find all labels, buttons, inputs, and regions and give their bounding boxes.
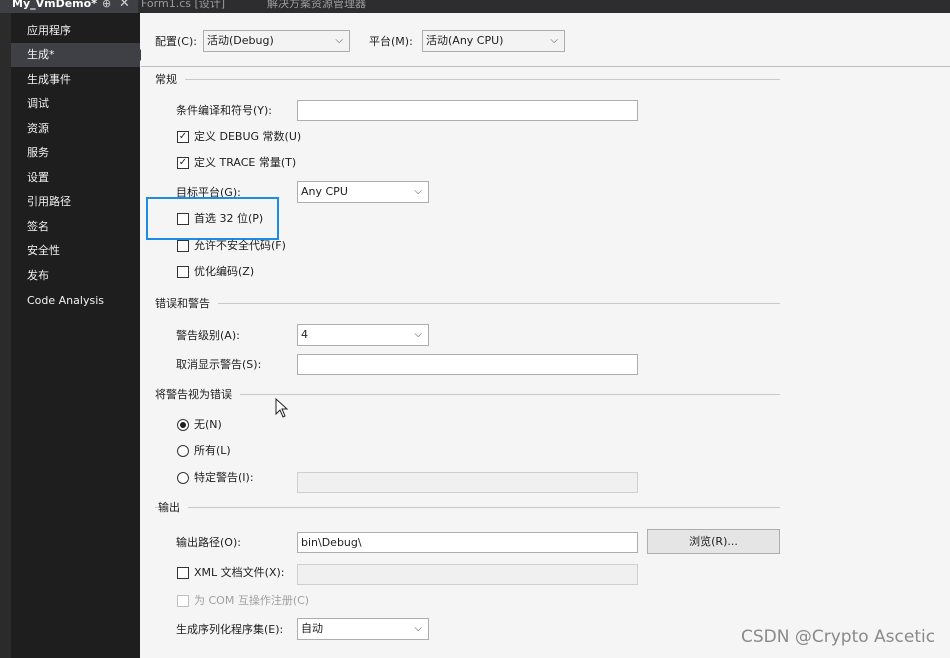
sidebar-item-signing[interactable]: 签名 xyxy=(11,215,140,239)
treat-specific-label: 特定警告(I): xyxy=(194,471,254,484)
sidebar-item-security[interactable]: 安全性 xyxy=(11,239,140,263)
document-tab-strip: My_VmDemo* ⊕ ✕ Form1.cs [设计] 解决方案资源管理器 xyxy=(0,0,950,13)
sidebar-item-label: 设置 xyxy=(27,171,49,184)
sidebar-item-code-analysis[interactable]: Code Analysis xyxy=(11,289,140,313)
chevron-down-icon: ⌵ xyxy=(414,186,422,197)
define-debug-checkbox[interactable]: ✓ xyxy=(177,131,189,143)
suppress-warnings-input[interactable] xyxy=(297,354,638,375)
sidebar-item-resources[interactable]: 资源 xyxy=(11,117,140,141)
xml-doc-input[interactable] xyxy=(297,564,638,585)
sidebar-item-label: 引用路径 xyxy=(27,195,71,208)
tab-solution-explorer[interactable]: 解决方案资源管理器 xyxy=(267,0,366,13)
treat-specific-radio[interactable] xyxy=(177,472,189,484)
com-register-label: 为 COM 互操作注册(C) xyxy=(194,594,310,607)
config-select-value: 活动(Debug) xyxy=(207,34,274,47)
allow-unsafe-label: 允许不安全代码(F) xyxy=(194,239,286,252)
platform-select-value: 活动(Any CPU) xyxy=(426,34,504,47)
suppress-warnings-label: 取消显示警告(S): xyxy=(176,358,262,371)
target-platform-value: Any CPU xyxy=(301,185,348,198)
serialization-select[interactable]: 自动 ⌵ xyxy=(297,618,429,640)
chevron-down-icon: ⌵ xyxy=(414,623,422,634)
com-register-checkbox[interactable] xyxy=(177,595,189,607)
platform-select[interactable]: 活动(Any CPU) ⌵ xyxy=(422,30,565,52)
top-separator xyxy=(141,66,950,67)
sidebar-item-label: 生成事件 xyxy=(27,73,71,86)
target-platform-select[interactable]: Any CPU ⌵ xyxy=(297,181,429,203)
xml-doc-checkbox[interactable] xyxy=(177,567,189,579)
section-title-output: 输出 xyxy=(158,501,188,515)
treat-none-radio[interactable] xyxy=(177,419,189,431)
symbols-input[interactable] xyxy=(297,100,638,121)
sidebar-item-label: 资源 xyxy=(27,122,49,135)
optimize-checkbox[interactable] xyxy=(177,266,189,278)
build-properties-panel: 配置(C): 活动(Debug) ⌵ 平台(M): 活动(Any CPU) ⌵ … xyxy=(141,13,950,658)
xml-doc-label: XML 文档文件(X): xyxy=(194,566,285,579)
tab-form1-design[interactable]: Form1.cs [设计] xyxy=(141,0,225,13)
prefer-32bit-label: 首选 32 位(P) xyxy=(194,212,264,225)
sidebar-item-label: Code Analysis xyxy=(27,294,104,307)
sidebar-item-application[interactable]: 应用程序 xyxy=(11,19,140,43)
define-trace-label: 定义 TRACE 常量(T) xyxy=(194,156,297,169)
tab-solution-label: 解决方案资源管理器 xyxy=(267,0,366,10)
sidebar-item-label: 安全性 xyxy=(27,244,60,257)
section-title-errors: 错误和警告 xyxy=(155,297,218,311)
output-path-label: 输出路径(O): xyxy=(176,536,241,549)
output-path-input[interactable]: bin\Debug\ xyxy=(297,532,638,553)
warning-level-label: 警告级别(A): xyxy=(176,329,240,342)
mouse-pointer-icon xyxy=(275,398,289,418)
tab-form1-label: Form1.cs [设计] xyxy=(141,0,226,10)
section-rule-treat-warnings xyxy=(155,394,780,395)
sidebar-item-settings[interactable]: 设置 xyxy=(11,166,140,190)
chevron-down-icon: ⌵ xyxy=(414,329,422,340)
section-rule-errors xyxy=(155,303,780,304)
serialization-label: 生成序列化程序集(E): xyxy=(176,623,284,636)
warning-level-value: 4 xyxy=(301,328,308,341)
sidebar-item-label: 服务 xyxy=(27,146,49,159)
sidebar-item-build-events[interactable]: 生成事件 xyxy=(11,68,140,92)
serialization-value: 自动 xyxy=(301,622,323,635)
property-sidebar: 应用程序 生成* 生成事件 调试 资源 服务 设置 引用路径 签名 安全性 发布… xyxy=(0,13,146,658)
define-debug-label: 定义 DEBUG 常数(U) xyxy=(194,130,302,143)
tab-project-label: My_VmDemo* xyxy=(12,0,97,10)
browse-button[interactable]: 浏览(R)... xyxy=(647,529,780,554)
config-label: 配置(C): xyxy=(155,35,197,48)
tab-project-properties[interactable]: My_VmDemo* ⊕ ✕ xyxy=(0,0,138,13)
section-title-treat-warnings: 将警告视为错误 xyxy=(155,388,240,402)
chevron-down-icon: ⌵ xyxy=(335,35,343,46)
warning-level-select[interactable]: 4 ⌵ xyxy=(297,324,429,346)
sidebar-item-label: 发布 xyxy=(27,269,49,282)
treat-all-radio[interactable] xyxy=(177,445,189,457)
sidebar-item-build[interactable]: 生成* xyxy=(11,43,146,67)
section-title-general: 常规 xyxy=(155,73,185,87)
prefer-32bit-checkbox[interactable] xyxy=(177,213,189,225)
section-rule-output xyxy=(155,507,780,508)
sidebar-item-label: 签名 xyxy=(27,220,49,233)
platform-label: 平台(M): xyxy=(369,35,413,48)
sidebar-edge xyxy=(0,13,11,658)
treat-all-label: 所有(L) xyxy=(194,444,231,457)
chevron-down-icon: ⌵ xyxy=(550,35,558,46)
sidebar-item-label: 应用程序 xyxy=(27,24,71,37)
pin-icon[interactable]: ⊕ xyxy=(102,0,111,13)
treat-none-label: 无(N) xyxy=(194,418,222,431)
close-icon[interactable]: ✕ xyxy=(119,0,130,13)
sidebar-item-reference-paths[interactable]: 引用路径 xyxy=(11,190,140,214)
sidebar-item-publish[interactable]: 发布 xyxy=(11,264,140,288)
allow-unsafe-checkbox[interactable] xyxy=(177,240,189,252)
sidebar-item-label: 生成* xyxy=(27,48,55,61)
sidebar-item-debug[interactable]: 调试 xyxy=(11,92,140,116)
optimize-label: 优化编码(Z) xyxy=(194,265,255,278)
symbols-label: 条件编译和符号(Y): xyxy=(176,104,273,117)
watermark: CSDN @Crypto Ascetic xyxy=(741,627,936,647)
config-select[interactable]: 活动(Debug) ⌵ xyxy=(203,30,350,52)
section-rule-general xyxy=(155,79,780,80)
sidebar-item-services[interactable]: 服务 xyxy=(11,141,140,165)
define-trace-checkbox[interactable]: ✓ xyxy=(177,157,189,169)
radio-dot xyxy=(180,422,186,428)
specific-warnings-input[interactable] xyxy=(297,472,638,493)
sidebar-item-label: 调试 xyxy=(27,97,49,110)
